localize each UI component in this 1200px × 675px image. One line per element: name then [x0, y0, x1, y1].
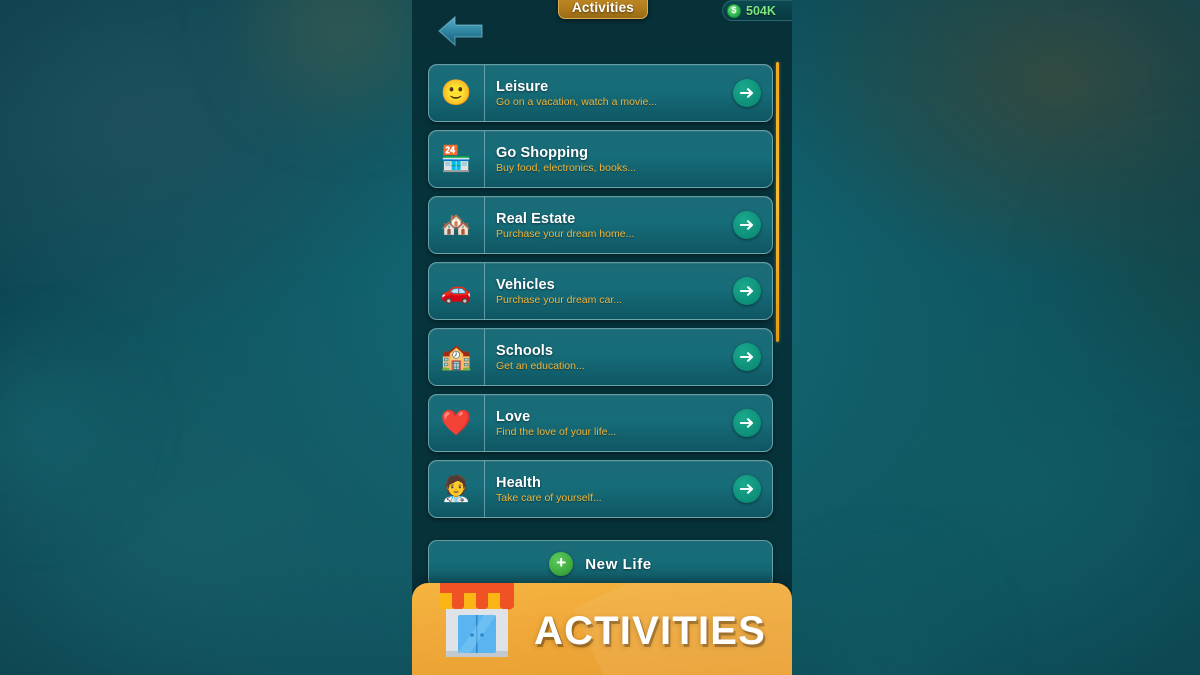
- bottom-banner: ACTIVITIES: [412, 583, 792, 675]
- house-icon: 🏘️: [429, 197, 485, 253]
- activity-card[interactable]: 🧑‍⚕️ Health Take care of yourself...: [428, 460, 773, 518]
- smiley-face-icon: 🙂: [429, 65, 485, 121]
- activity-card-body: Go Shopping Buy food, electronics, books.…: [485, 145, 733, 174]
- activity-subtitle: Buy food, electronics, books...: [496, 161, 637, 174]
- screen-title-tab: Activities: [558, 0, 648, 19]
- back-arrow-icon[interactable]: [438, 14, 484, 48]
- activity-card[interactable]: 🙂 Leisure Go on a vacation, watch a movie.…: [428, 64, 773, 122]
- activity-card-body: Real Estate Purchase your dream home...: [485, 211, 733, 240]
- activity-card[interactable]: 🚗 Vehicles Purchase your dream car...: [428, 262, 773, 320]
- activity-card[interactable]: ❤️ Love Find the love of your life...: [428, 394, 773, 452]
- activity-card-body: Health Take care of yourself...: [485, 475, 733, 504]
- activity-card-body: Leisure Go on a vacation, watch a movie..…: [485, 79, 733, 108]
- banner-title: ACTIVITIES: [534, 609, 767, 653]
- activity-go-arrow-icon[interactable]: [733, 409, 761, 437]
- activity-subtitle: Find the love of your life...: [496, 425, 617, 438]
- list-scrollbar[interactable]: [776, 62, 780, 342]
- game-screen: Activities $ 504K 🙂 Leisure Go on a vacati…: [0, 0, 1200, 675]
- activity-subtitle: Purchase your dream car...: [496, 293, 623, 306]
- activity-subtitle: Go on a vacation, watch a movie...: [496, 95, 658, 108]
- activity-title: Real Estate: [496, 210, 576, 227]
- phone-panel: Activities $ 504K 🙂 Leisure Go on a vacati…: [412, 0, 792, 675]
- activity-subtitle: Purchase your dream home...: [496, 227, 635, 240]
- money-amount: 504K: [746, 3, 776, 18]
- dollar-coin-icon: $: [727, 3, 741, 18]
- screen-title-text: Activities: [571, 0, 635, 15]
- activity-go-arrow-icon[interactable]: [733, 79, 761, 107]
- activity-card-body: Schools Get an education...: [485, 343, 733, 372]
- activity-subtitle: Take care of yourself...: [496, 491, 602, 504]
- activity-title: Health: [496, 474, 541, 491]
- activity-card-body: Love Find the love of your life...: [485, 409, 733, 438]
- activities-list: 🙂 Leisure Go on a vacation, watch a movie.…: [412, 58, 792, 520]
- top-bar: Activities $ 504K: [412, 0, 792, 60]
- activity-title: Go Shopping: [496, 144, 589, 161]
- activity-title: Leisure: [496, 78, 549, 95]
- activity-subtitle: Get an education...: [496, 359, 585, 372]
- shop-front-icon: [434, 583, 520, 665]
- car-icon: 🚗: [429, 263, 485, 319]
- activity-card-body: Vehicles Purchase your dream car...: [485, 277, 733, 306]
- money-badge[interactable]: $ 504K: [722, 0, 792, 21]
- activity-go-arrow-icon[interactable]: [733, 343, 761, 371]
- activity-title: Vehicles: [496, 276, 555, 293]
- activity-go-arrow-icon[interactable]: [733, 277, 761, 305]
- activity-card[interactable]: 🏪 Go Shopping Buy food, electronics, books…: [428, 130, 773, 188]
- scrollbar-thumb[interactable]: [776, 62, 779, 342]
- activity-go-arrow-icon[interactable]: [733, 475, 761, 503]
- new-life-label: New Life: [585, 555, 652, 573]
- shop-icon: 🏪: [429, 131, 485, 187]
- new-life-button[interactable]: + New Life: [428, 540, 773, 588]
- activity-title: Love: [496, 408, 531, 425]
- activity-card[interactable]: 🏘️ Real Estate Purchase your dream home...: [428, 196, 773, 254]
- plus-icon: +: [549, 552, 574, 576]
- heart-icon: ❤️: [429, 395, 485, 451]
- school-icon: 🏫: [429, 329, 485, 385]
- activity-title: Schools: [496, 342, 554, 359]
- health-head-icon: 🧑‍⚕️: [429, 461, 485, 517]
- activity-go-arrow-icon[interactable]: [733, 211, 761, 239]
- activity-card[interactable]: 🏫 Schools Get an education...: [428, 328, 773, 386]
